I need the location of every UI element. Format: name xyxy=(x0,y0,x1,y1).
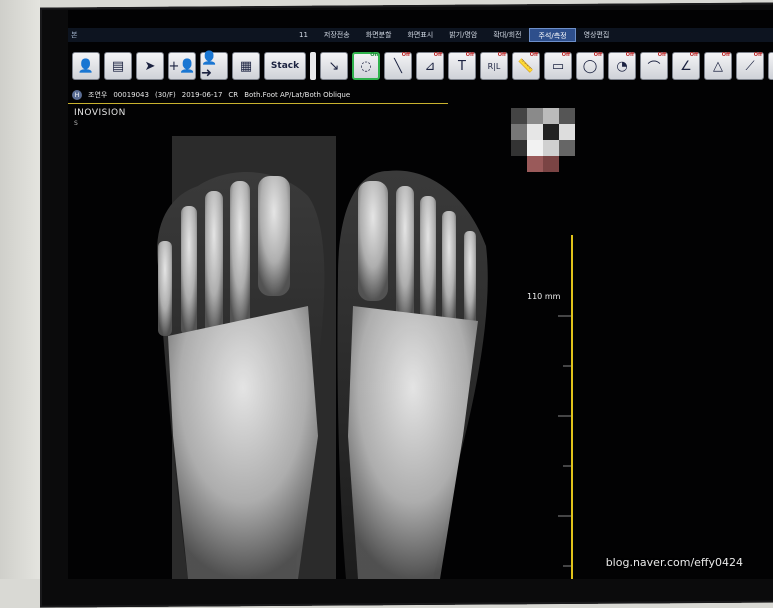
vendor-label: INOVISION xyxy=(74,108,126,118)
tool-glyph: ◔ xyxy=(616,58,628,74)
modality: CR xyxy=(228,91,239,99)
tool-state-label: Off xyxy=(593,52,602,58)
menu-bar: 본 11 저장전송 화면분할 화면표시 밝기/명암 확대/회전 주석/측정 영상편집 xyxy=(68,28,773,42)
vendor-sub-label: S xyxy=(74,120,78,127)
tool-state-label: Off xyxy=(561,52,570,58)
line-tool-icon[interactable]: ╲ Off xyxy=(384,52,412,80)
tool-state-label: Off xyxy=(657,52,666,58)
menu-item[interactable]: 밝기/명암 xyxy=(441,28,485,42)
person-arrow-icon[interactable]: 👤➜ xyxy=(200,51,228,81)
tool-glyph: T xyxy=(458,58,466,74)
blog-watermark: blog.naver.com/effy0424 xyxy=(605,556,743,569)
tool-glyph: ▭ xyxy=(551,58,565,74)
tool-state-label: Off xyxy=(529,52,538,58)
menu-left-label[interactable]: 본 xyxy=(68,30,91,40)
tool-glyph: ◯ xyxy=(582,58,598,74)
patient-name: 조연우 xyxy=(88,91,108,99)
roi-tool-icon[interactable]: ◔ Off xyxy=(608,52,636,80)
lasso-tool-icon[interactable]: ◌ On xyxy=(352,52,380,80)
tool-glyph: 📏 xyxy=(517,58,535,74)
pacs-screen: 본 11 저장전송 화면분할 화면표시 밝기/명암 확대/회전 주석/측정 영상편집 👤 ▤ ➤ +… xyxy=(68,10,773,579)
scale-ticks xyxy=(558,315,571,567)
toolbar: 👤 ▤ ➤ +👤 👤➜ ▦ Stack ↘ ◌ On ╲ Off ⊿ Off T Off R|L Off 📏 Off ▭… xyxy=(68,48,773,84)
tool-state-label: Off xyxy=(465,52,474,58)
toolbar-separator xyxy=(310,52,316,80)
grid-icon[interactable]: ▦ xyxy=(232,52,260,80)
stack-button[interactable]: Stack xyxy=(264,52,306,80)
tool-state-label: Off xyxy=(753,52,762,58)
tool-state-label: Off xyxy=(689,52,698,58)
tool-state-label: On xyxy=(370,52,378,58)
patient-age-sex: (30/F) xyxy=(154,91,176,99)
patient-info-line: H 조연우 00019043 (30/F) 2019-06-17 CR Both… xyxy=(68,88,773,102)
text-tool-icon[interactable]: T Off xyxy=(448,52,476,80)
tool-glyph: ⌒ xyxy=(647,60,661,76)
angle-tool-icon[interactable]: ⊿ Off xyxy=(416,52,444,80)
menu-item[interactable]: 주석/측정 xyxy=(529,28,576,42)
tool-state-label: Off xyxy=(401,52,410,58)
menu-item[interactable]: 화면분할 xyxy=(358,28,400,42)
rect-tool-icon[interactable]: ▭ Off xyxy=(544,52,572,80)
info-underline xyxy=(68,103,448,104)
tool-glyph: △ xyxy=(713,58,723,74)
arrow-tool-icon[interactable]: ↘ xyxy=(320,52,348,80)
menu-item[interactable]: 화면표시 xyxy=(399,28,441,42)
t-square-icon[interactable]: ⊤Off xyxy=(768,52,773,80)
menu-item[interactable]: 저장전송 xyxy=(316,28,358,42)
curve-tool-icon[interactable]: ⌒ Off xyxy=(640,52,668,80)
measure-line-icon[interactable]: ⟋ Off xyxy=(736,52,764,80)
study-description: Both.Foot AP/Lat/Both Oblique xyxy=(244,91,351,99)
privacy-mosaic xyxy=(511,108,591,188)
list-icon[interactable]: ▤ xyxy=(104,52,132,80)
tool-glyph: ╲ xyxy=(394,58,402,74)
home-icon[interactable]: H xyxy=(72,90,82,100)
image-viewport[interactable] xyxy=(68,106,773,579)
menu-item[interactable]: 영상편집 xyxy=(576,28,618,42)
study-date: 2019-06-17 xyxy=(181,91,223,99)
scale-label: 110 mm xyxy=(527,292,561,301)
pointer-icon[interactable]: ➤ xyxy=(136,52,164,80)
tool-state-label: Off xyxy=(721,52,730,58)
wall-background xyxy=(0,0,40,579)
tool-state-label: Off xyxy=(625,52,634,58)
tool-glyph: ◌ xyxy=(360,58,372,74)
menu-item[interactable]: 11 xyxy=(291,28,316,42)
ellipse-tool-icon[interactable]: ◯ Off xyxy=(576,52,604,80)
cobb-angle-icon[interactable]: ∠ Off xyxy=(672,52,700,80)
tool-glyph: R|L xyxy=(487,61,501,71)
xray-image xyxy=(157,136,571,579)
tool-glyph: ↘ xyxy=(328,58,340,74)
person-icon[interactable]: 👤 xyxy=(72,52,100,80)
tool-state-label: Off xyxy=(433,52,442,58)
tool-glyph: ⟋ xyxy=(745,58,755,74)
scale-bar xyxy=(571,235,573,579)
ruler-tool-icon[interactable]: 📏 Off xyxy=(512,52,540,80)
rl-marker-icon[interactable]: R|L Off xyxy=(480,52,508,80)
add-person-icon[interactable]: +👤 xyxy=(168,52,196,80)
menu-item[interactable]: 확대/회전 xyxy=(485,28,529,42)
patient-id: 00019043 xyxy=(113,91,149,99)
tool-glyph: ⊿ xyxy=(424,58,436,74)
menu-items: 11 저장전송 화면분할 화면표시 밝기/명암 확대/회전 주석/측정 영상편집 xyxy=(291,28,617,42)
tool-glyph: ∠ xyxy=(680,58,692,74)
triangle-angle-icon[interactable]: △ Off xyxy=(704,52,732,80)
tool-state-label: Off xyxy=(497,52,506,58)
